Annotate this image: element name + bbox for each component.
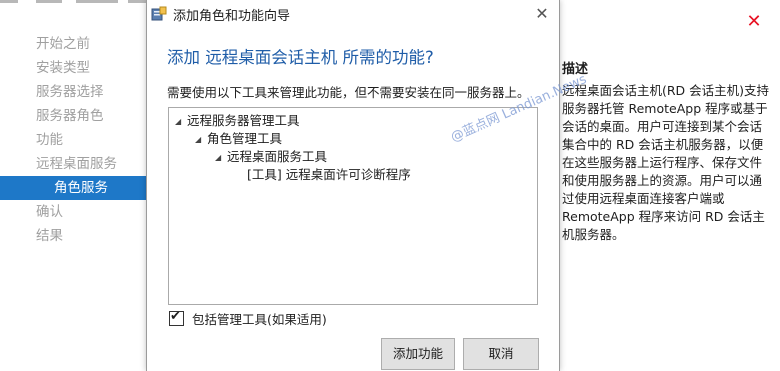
tree-item[interactable]: ◢ 远程桌面服务工具: [215, 148, 327, 166]
tree-item[interactable]: ◢ 角色管理工具: [195, 130, 282, 148]
expand-caret-icon[interactable]: ◢: [195, 131, 207, 149]
nav-item-installation-type[interactable]: 安装类型: [0, 56, 146, 80]
tree-item-label: 远程服务器管理工具: [187, 113, 300, 128]
tree-item[interactable]: ◢ 远程服务器管理工具: [175, 112, 300, 130]
description-title: 描述: [562, 62, 589, 77]
cancel-button[interactable]: 取消: [463, 338, 539, 370]
dialog-titlebar[interactable]: 添加角色和功能向导 ✕: [147, 0, 559, 28]
tree-item-label: 远程桌面服务工具: [227, 149, 328, 164]
nav-item-server-roles[interactable]: 服务器角色: [0, 104, 146, 128]
window-top-strip: [0, 0, 150, 8]
tree-item[interactable]: [工具] 远程桌面许可诊断程序: [247, 166, 411, 184]
tree-item-label: 角色管理工具: [207, 131, 283, 146]
nav-item-confirmation[interactable]: 确认: [0, 200, 146, 224]
dialog-instruction: 需要使用以下工具来管理此功能，但不需要安装在同一服务器上。: [167, 85, 530, 100]
server-manager-icon: [151, 6, 167, 22]
nav-item-before-you-begin[interactable]: 开始之前: [0, 32, 146, 56]
nav-item-features[interactable]: 功能: [0, 128, 146, 152]
include-tools-checkbox[interactable]: ✔: [169, 309, 184, 326]
nav-item-server-selection[interactable]: 服务器选择: [0, 80, 146, 104]
expand-caret-icon[interactable]: ◢: [215, 149, 227, 167]
include-tools-label: 包括管理工具(如果适用): [192, 312, 327, 327]
dialog-heading: 添加 远程桌面会话主机 所需的功能?: [167, 48, 434, 67]
description-text: 远程桌面会话主机(RD 会话主机)支持服务器托管 RemoteApp 程序或基于…: [562, 83, 770, 242]
wizard-nav: 开始之前 安装类型 服务器选择 服务器角色 功能 远程桌面服务 角色服务 确认 …: [0, 32, 146, 248]
dialog-title: 添加角色和功能向导: [173, 9, 291, 24]
dialog-close-icon[interactable]: ✕: [531, 3, 553, 25]
nav-item-results[interactable]: 结果: [0, 224, 146, 248]
tree-item-label: [工具] 远程桌面许可诊断程序: [247, 167, 411, 182]
add-features-button[interactable]: 添加功能: [381, 338, 455, 370]
features-tree[interactable]: ◢ 远程服务器管理工具 ◢ 角色管理工具 ◢ 远程桌面服务工具 [工具] 远程桌面许可…: [168, 107, 538, 305]
nav-item-remote-desktop-services[interactable]: 远程桌面服务: [0, 152, 146, 176]
nav-item-role-services[interactable]: 角色服务: [0, 176, 146, 200]
include-tools-checkbox-row[interactable]: ✔ 包括管理工具(如果适用): [169, 309, 327, 329]
close-icon[interactable]: ✕: [744, 12, 764, 32]
expand-caret-icon[interactable]: ◢: [175, 113, 187, 131]
checkmark-icon: ✔: [170, 309, 181, 324]
add-features-dialog: 添加角色和功能向导 ✕ 添加 远程桌面会话主机 所需的功能? 需要使用以下工具来…: [146, 0, 589, 371]
